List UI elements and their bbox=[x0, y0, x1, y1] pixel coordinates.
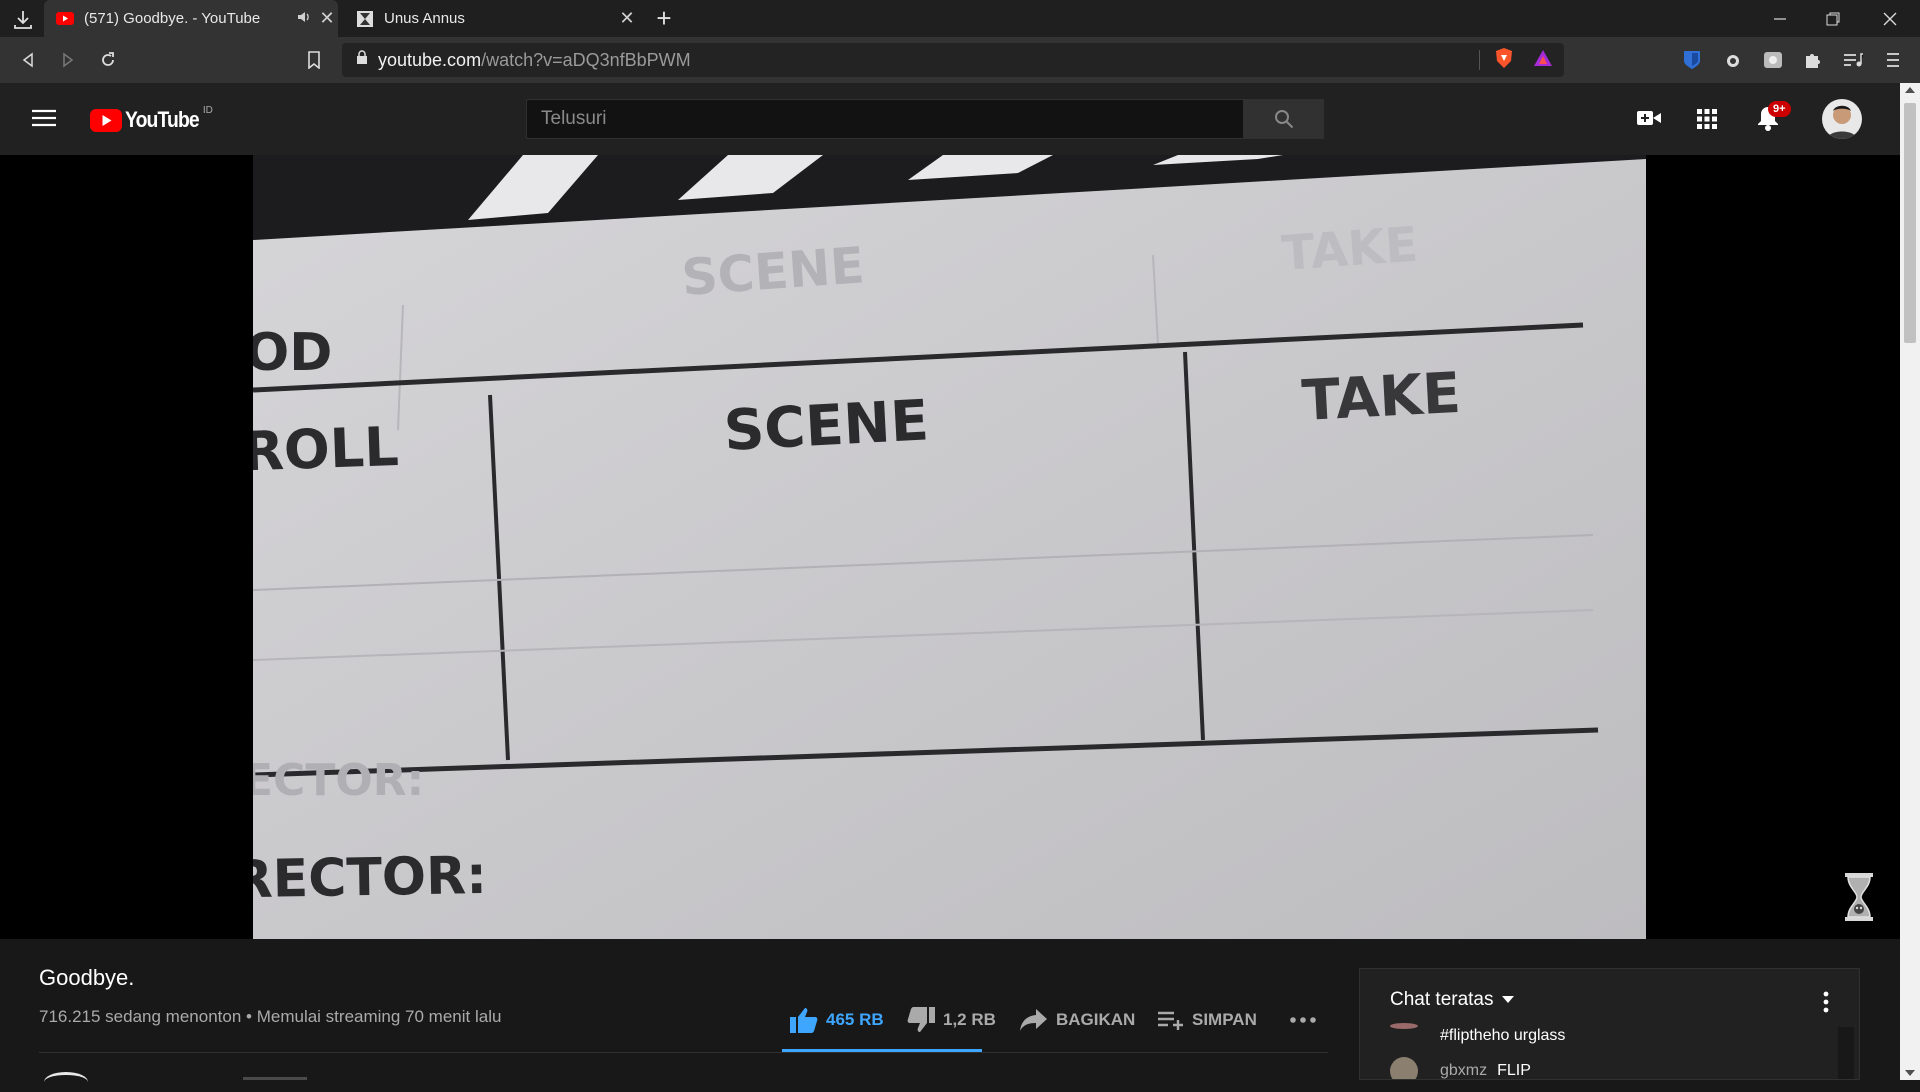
browser-tabstrip: (571) Goodbye. - YouTube ✕ Unus Annus ✕ … bbox=[0, 0, 1920, 37]
frame-text-director: RECTOR: bbox=[253, 846, 487, 910]
youtube-logo[interactable]: YouTube ID bbox=[90, 104, 213, 133]
unus-annus-watermark-icon bbox=[1843, 873, 1875, 926]
youtube-play-logo-icon bbox=[90, 108, 122, 132]
tab-title: (571) Goodbye. - YouTube bbox=[84, 10, 261, 27]
svg-text:TAKE: TAKE bbox=[1280, 217, 1420, 282]
tab-unus-annus[interactable]: Unus Annus ✕ bbox=[344, 0, 638, 37]
scroll-up-arrow-icon[interactable] bbox=[1905, 87, 1915, 93]
search-button[interactable] bbox=[1244, 99, 1324, 139]
clapperboard-image: SCENE TAKE OD ROLL SCENE TAKE RECTOR: EC… bbox=[253, 155, 1646, 939]
chat-mode-selector[interactable]: Chat teratas bbox=[1390, 989, 1514, 1011]
create-video-icon[interactable] bbox=[1636, 108, 1662, 133]
chat-avatar bbox=[1390, 1023, 1418, 1029]
browser-menu-icon[interactable] bbox=[1878, 45, 1908, 75]
video-player[interactable]: SCENE TAKE OD ROLL SCENE TAKE RECTOR: EC… bbox=[0, 155, 1900, 939]
more-actions-button[interactable] bbox=[1290, 1005, 1324, 1035]
tab-youtube[interactable]: (571) Goodbye. - YouTube ✕ bbox=[44, 0, 338, 37]
search-icon bbox=[1275, 110, 1294, 129]
share-icon bbox=[1020, 1009, 1047, 1031]
channel-avatar-partial bbox=[44, 1072, 88, 1092]
frame-text-take: TAKE bbox=[1300, 361, 1462, 434]
youtube-favicon-icon bbox=[56, 10, 74, 28]
stream-start-time: Memulai streaming 70 menit lalu bbox=[256, 1007, 502, 1026]
country-code: ID bbox=[202, 104, 213, 116]
download-icon[interactable] bbox=[8, 0, 38, 37]
hamburger-menu-icon[interactable] bbox=[32, 109, 56, 132]
live-chat-panel: Chat teratas #fliptheho urglass gbxmz FL… bbox=[1359, 968, 1860, 1080]
browser-toolbar: youtube.com/watch?v=aDQ3nfBbPWM bbox=[0, 37, 1920, 83]
frame-text-prod: OD bbox=[253, 323, 332, 383]
screenshot-extension-icon[interactable] bbox=[1758, 45, 1788, 75]
dislike-count: 1,2 RB bbox=[943, 1010, 996, 1029]
thumbs-up-icon bbox=[790, 1008, 818, 1033]
back-button[interactable] bbox=[13, 45, 43, 75]
notifications-button[interactable]: 9+ bbox=[1756, 101, 1791, 136]
chat-message: gbxmz FLIP bbox=[1390, 1057, 1531, 1079]
scroll-down-arrow-icon[interactable] bbox=[1905, 1070, 1915, 1076]
extensions-puzzle-icon[interactable] bbox=[1798, 45, 1828, 75]
divider bbox=[1479, 50, 1480, 70]
lock-icon bbox=[356, 50, 368, 70]
minimize-button[interactable] bbox=[1760, 0, 1800, 37]
scrollbar-thumb[interactable] bbox=[1904, 103, 1916, 343]
search-box bbox=[526, 99, 1244, 139]
dark-reader-extension-icon[interactable] bbox=[1718, 45, 1748, 75]
chat-message-text: FLIP bbox=[1497, 1062, 1531, 1079]
unus-annus-favicon-icon bbox=[356, 10, 374, 28]
bookmark-icon[interactable] bbox=[299, 45, 329, 75]
info-divider bbox=[39, 1052, 1328, 1053]
avatar[interactable] bbox=[1822, 99, 1862, 139]
media-control-icon[interactable] bbox=[1838, 45, 1868, 75]
page-scrollbar[interactable] bbox=[1900, 83, 1920, 1080]
chat-scroll-track bbox=[1838, 1027, 1854, 1079]
brave-rewards-icon[interactable] bbox=[1532, 48, 1554, 73]
share-button[interactable]: BAGIKAN bbox=[1020, 1005, 1135, 1035]
thumbs-down-icon bbox=[907, 1007, 935, 1032]
save-label: SIMPAN bbox=[1192, 1010, 1257, 1029]
frame-text-roll: ROLL bbox=[253, 415, 400, 483]
viewer-count: 716.215 sedang menonton bbox=[39, 1007, 242, 1026]
more-horizontal-icon bbox=[1290, 1017, 1316, 1023]
chevron-down-icon bbox=[1501, 996, 1514, 1003]
separator: • bbox=[246, 1007, 252, 1026]
brave-shields-icon[interactable] bbox=[1494, 47, 1514, 74]
chat-more-icon[interactable] bbox=[1823, 991, 1829, 1018]
share-label: BAGIKAN bbox=[1056, 1010, 1136, 1029]
like-button[interactable]: 465 RB bbox=[790, 1005, 884, 1035]
tab-audio-icon[interactable] bbox=[294, 10, 316, 27]
chat-message-text: #fliptheho urglass bbox=[1440, 1027, 1566, 1044]
reload-button[interactable] bbox=[93, 45, 123, 75]
like-count: 465 RB bbox=[826, 1010, 884, 1029]
restore-button[interactable] bbox=[1813, 0, 1853, 37]
playlist-add-icon bbox=[1158, 1011, 1183, 1030]
tab-close-icon[interactable]: ✕ bbox=[316, 8, 338, 29]
save-button[interactable]: SIMPAN bbox=[1158, 1005, 1257, 1035]
view-info: 716.215 sedang menonton • Memulai stream… bbox=[39, 1007, 501, 1027]
new-tab-button[interactable]: + bbox=[652, 0, 676, 37]
chat-author[interactable]: gbxmz bbox=[1440, 1062, 1487, 1079]
tab-title: Unus Annus bbox=[384, 10, 465, 27]
forward-button[interactable] bbox=[53, 45, 83, 75]
close-window-button[interactable] bbox=[1870, 0, 1910, 37]
youtube-header: YouTube ID 9+ bbox=[0, 83, 1900, 155]
address-bar[interactable]: youtube.com/watch?v=aDQ3nfBbPWM bbox=[342, 43, 1564, 77]
dislike-button[interactable]: 1,2 RB bbox=[907, 1005, 996, 1035]
chat-avatar bbox=[1390, 1057, 1418, 1079]
video-frame[interactable]: SCENE TAKE OD ROLL SCENE TAKE RECTOR: EC… bbox=[253, 155, 1646, 939]
svg-text:ECTOR:: ECTOR: bbox=[253, 755, 424, 806]
tab-close-icon[interactable]: ✕ bbox=[616, 8, 638, 29]
url-text: youtube.com/watch?v=aDQ3nfBbPWM bbox=[378, 49, 691, 70]
chat-header-label: Chat teratas bbox=[1390, 989, 1494, 1010]
apps-grid-icon[interactable] bbox=[1697, 109, 1717, 134]
search-input[interactable] bbox=[527, 108, 1243, 130]
video-title: Goodbye. bbox=[39, 965, 135, 990]
logo-wordmark: YouTube bbox=[125, 107, 200, 132]
bitwarden-extension-icon[interactable] bbox=[1677, 45, 1707, 75]
notification-badge: 9+ bbox=[1768, 101, 1791, 117]
frame-text-scene: SCENE bbox=[722, 388, 930, 464]
chat-message: #fliptheho urglass bbox=[1390, 1023, 1566, 1045]
